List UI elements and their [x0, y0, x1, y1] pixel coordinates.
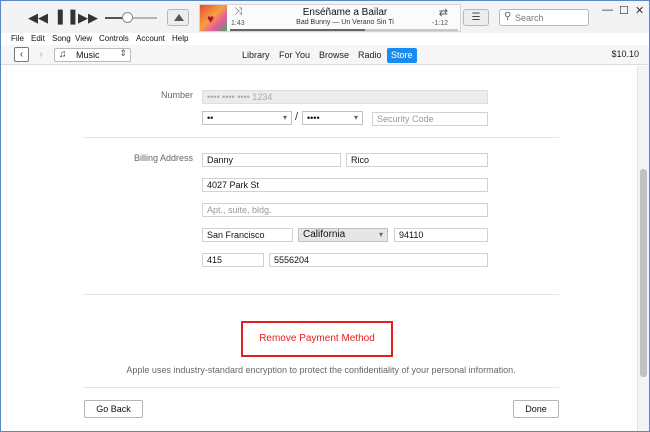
- account-balance[interactable]: $10.10: [611, 49, 639, 59]
- menu-view[interactable]: View: [75, 33, 92, 44]
- expiry-month-select[interactable]: •• ▾: [202, 111, 292, 125]
- section-divider: [83, 294, 559, 295]
- airplay-button[interactable]: [167, 9, 189, 26]
- time-remaining: -1:12: [432, 20, 448, 27]
- menu-file[interactable]: File: [11, 33, 24, 44]
- media-type-label: Music: [76, 50, 100, 60]
- chevron-down-icon: ▾: [282, 113, 287, 122]
- section-divider: [83, 137, 559, 138]
- menu-controls[interactable]: Controls: [99, 33, 129, 44]
- done-button[interactable]: Done: [513, 400, 559, 418]
- go-back-button[interactable]: Go Back: [84, 400, 143, 418]
- maximize-icon[interactable]: ☐: [619, 4, 629, 17]
- billing-address-label: Billing Address: [133, 153, 193, 163]
- tab-browse[interactable]: Browse: [315, 48, 353, 63]
- pause-icon[interactable]: ❚❚: [54, 9, 79, 24]
- tab-store[interactable]: Store: [387, 48, 417, 63]
- tab-library[interactable]: Library: [238, 48, 274, 63]
- media-type-select[interactable]: ♫ Music ⇕: [54, 48, 131, 62]
- area-code-field[interactable]: 415: [202, 253, 264, 267]
- expiry-year-value: ••••: [307, 113, 320, 123]
- chevron-down-icon: ▾: [353, 113, 358, 122]
- expiry-month-value: ••: [207, 113, 214, 123]
- expiry-year-select[interactable]: •••• ▾: [302, 111, 363, 125]
- state-select[interactable]: California ▾: [298, 228, 388, 242]
- chevron-left-icon: ‹: [19, 49, 24, 60]
- street-field[interactable]: 4027 Park St: [202, 178, 488, 192]
- album-art: ♥: [200, 5, 227, 31]
- volume-knob[interactable]: [122, 12, 134, 23]
- song-title: Enséñame a Bailar: [302, 7, 388, 18]
- search-box[interactable]: ⚲: [499, 9, 589, 26]
- section-divider: [83, 387, 559, 388]
- menu-song[interactable]: Song: [52, 33, 71, 44]
- remove-payment-method-link[interactable]: Remove Payment Method: [241, 321, 393, 357]
- zip-field[interactable]: 94110: [394, 228, 488, 242]
- heart-icon: ♥: [207, 12, 215, 26]
- search-input[interactable]: [515, 11, 587, 24]
- menu-help[interactable]: Help: [172, 33, 188, 44]
- menu-edit[interactable]: Edit: [31, 33, 45, 44]
- chevron-updown-icon: ⇕: [119, 48, 127, 58]
- number-label: Number: [160, 90, 193, 100]
- scrollbar-thumb[interactable]: [640, 169, 647, 377]
- repeat-icon[interactable]: ⇄: [439, 6, 448, 19]
- back-button[interactable]: ‹: [14, 47, 29, 62]
- encryption-info-text: Apple uses industry-standard encryption …: [126, 365, 516, 375]
- expiry-separator: /: [295, 111, 299, 123]
- last-name-field[interactable]: Rico: [346, 153, 488, 167]
- city-field[interactable]: San Francisco: [202, 228, 293, 242]
- search-icon: ⚲: [504, 11, 512, 22]
- card-number-field: •••• •••• •••• 1234: [202, 90, 488, 104]
- close-icon[interactable]: ✕: [635, 4, 644, 17]
- phone-field[interactable]: 5556204: [269, 253, 488, 267]
- minimize-icon[interactable]: —: [602, 4, 613, 16]
- navigation-bar: ‹ › ♫ Music ⇕ Library For You Browse Rad…: [1, 45, 649, 65]
- tab-radio[interactable]: Radio: [354, 48, 386, 63]
- rewind-icon[interactable]: ◀◀: [28, 11, 48, 24]
- forward-button[interactable]: ›: [35, 47, 47, 62]
- apt-suite-field[interactable]: [202, 203, 488, 217]
- song-artist: Bad Bunny — Un Verano Sin Ti: [296, 19, 394, 26]
- song-progress-fill: [230, 29, 365, 31]
- music-note-icon: ♫: [59, 49, 67, 60]
- menu-account[interactable]: Account: [136, 33, 165, 44]
- chevron-right-icon: ›: [39, 49, 43, 60]
- player-bar: ◀◀ ❚❚ ▶▶ ♥ ⤨ Enséñame a Bailar Bad Bunny…: [1, 1, 649, 33]
- state-value: California: [303, 229, 346, 240]
- vertical-scrollbar[interactable]: [637, 66, 649, 431]
- up-next-list-button[interactable]: ☰: [463, 9, 489, 26]
- time-elapsed: 1:43: [231, 20, 245, 27]
- airplay-icon: [174, 14, 184, 21]
- now-playing-display: ♥ ⤨ Enséñame a Bailar Bad Bunny — Un Ver…: [199, 4, 461, 32]
- song-progress-bar[interactable]: [230, 29, 458, 31]
- chevron-down-icon: ▾: [378, 230, 383, 239]
- itunes-window: ◀◀ ❚❚ ▶▶ ♥ ⤨ Enséñame a Bailar Bad Bunny…: [0, 0, 650, 432]
- menu-bar: File Edit Song View Controls Account Hel…: [1, 33, 649, 45]
- first-name-field[interactable]: Danny: [202, 153, 341, 167]
- fast-forward-icon[interactable]: ▶▶: [78, 11, 98, 24]
- tab-for-you[interactable]: For You: [275, 48, 314, 63]
- security-code-field[interactable]: [372, 112, 488, 126]
